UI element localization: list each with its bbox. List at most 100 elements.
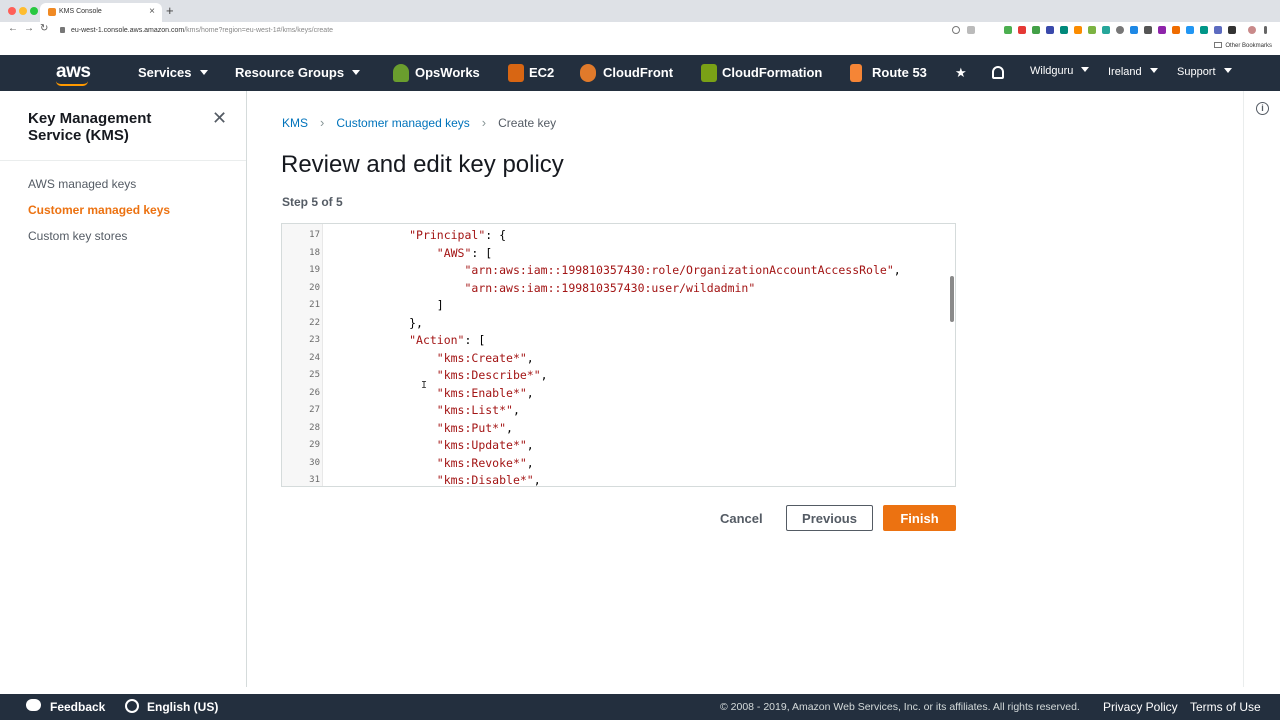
code-line[interactable]: 28 "kms:Put*", xyxy=(282,420,952,438)
code-line[interactable]: 18 "AWS": [ xyxy=(282,245,952,263)
feedback-link[interactable]: Feedback xyxy=(50,700,105,714)
line-number: 21 xyxy=(309,300,320,310)
code-line[interactable]: 30 "kms:Revoke*", xyxy=(282,455,952,473)
bell-icon[interactable] xyxy=(992,66,1004,79)
extension-icon[interactable] xyxy=(1004,26,1012,34)
code-text: "arn:aws:iam::199810357430:user/wildadmi… xyxy=(326,280,755,298)
code-text: ] xyxy=(326,298,444,312)
code-string: "kms:Describe*" xyxy=(436,368,541,382)
browser-tab[interactable]: KMS Console × xyxy=(40,3,162,22)
sidebar-item-customer-managed-keys[interactable]: Customer managed keys xyxy=(28,203,170,217)
tab-title: KMS Console xyxy=(59,8,102,15)
code-line[interactable]: 19 "arn:aws:iam::199810357430:role/Organ… xyxy=(282,262,952,280)
forward-icon[interactable]: → xyxy=(24,23,34,34)
tab-close-icon[interactable]: × xyxy=(149,6,155,17)
language-selector[interactable]: English (US) xyxy=(147,700,218,714)
shortcut-opsworks[interactable]: OpsWorks xyxy=(415,65,480,80)
extension-icon[interactable] xyxy=(1158,26,1166,34)
line-number: 19 xyxy=(309,265,320,275)
code-line[interactable]: 26 "kms:Enable*", xyxy=(282,385,952,403)
reload-icon[interactable]: ↻ xyxy=(40,23,48,34)
code-string: "Principal" xyxy=(409,228,486,242)
pin-icon[interactable]: ★ xyxy=(955,65,967,81)
code-text: "Principal": { xyxy=(409,228,507,242)
breadcrumb-kms[interactable]: KMS xyxy=(282,116,308,130)
previous-button[interactable]: Previous xyxy=(786,505,873,531)
cancel-button[interactable]: Cancel xyxy=(712,505,771,531)
back-icon[interactable]: ← xyxy=(8,23,18,34)
breadcrumb: KMS › Customer managed keys › Create key xyxy=(282,115,556,130)
shortcut-cloudfront[interactable]: CloudFront xyxy=(603,65,673,80)
sidebar-item-aws-managed-keys[interactable]: AWS managed keys xyxy=(28,177,136,191)
extension-icon[interactable] xyxy=(1102,26,1110,34)
extension-icon[interactable] xyxy=(1144,26,1152,34)
route53-icon xyxy=(850,64,862,82)
extension-icon[interactable] xyxy=(1200,26,1208,34)
terms-of-use-link[interactable]: Terms of Use xyxy=(1190,700,1261,714)
services-menu[interactable]: Services xyxy=(138,65,208,80)
star-icon[interactable] xyxy=(967,26,975,34)
code-line[interactable]: 20 "arn:aws:iam::199810357430:user/wilda… xyxy=(282,280,952,298)
finish-button[interactable]: Finish xyxy=(883,505,956,531)
address-bar: ← → ↻ eu-west-1.console.aws.amazon.com/k… xyxy=(0,22,1280,38)
extension-icon[interactable] xyxy=(1214,26,1222,34)
extension-icon[interactable] xyxy=(1060,26,1068,34)
code-text: "kms:Disable*", xyxy=(436,473,541,487)
minimize-window-icon[interactable] xyxy=(19,7,27,15)
shortcut-ec2[interactable]: EC2 xyxy=(529,65,554,80)
code-line[interactable]: 29 "kms:Update*", xyxy=(282,437,952,455)
region-label: Ireland xyxy=(1108,66,1142,78)
extension-icon[interactable] xyxy=(1172,26,1180,34)
extension-icon[interactable] xyxy=(1116,26,1124,34)
region-menu[interactable]: Ireland xyxy=(1108,66,1158,78)
sidebar-title: Key Management Service (KMS) xyxy=(28,110,152,144)
privacy-policy-link[interactable]: Privacy Policy xyxy=(1103,700,1178,714)
browser-menu-icon[interactable] xyxy=(1264,26,1267,34)
sidebar-item-custom-key-stores[interactable]: Custom key stores xyxy=(28,229,127,243)
support-label: Support xyxy=(1177,66,1216,78)
extension-icon[interactable] xyxy=(1186,26,1194,34)
close-icon[interactable]: ✕ xyxy=(212,108,227,129)
code-line[interactable]: 27 "kms:List*", xyxy=(282,402,952,420)
code-line[interactable]: 21 ] xyxy=(282,297,952,315)
new-tab-button[interactable]: + xyxy=(166,3,174,18)
aws-logo[interactable]: aws xyxy=(56,61,91,83)
extension-icon[interactable] xyxy=(1046,26,1054,34)
extension-icon[interactable] xyxy=(1228,26,1236,34)
code-string: "kms:Disable*" xyxy=(436,473,534,487)
code-line[interactable]: 24 "kms:Create*", xyxy=(282,350,952,368)
extension-icon[interactable] xyxy=(1018,26,1026,34)
extension-icon[interactable] xyxy=(1032,26,1040,34)
key-policy-editor[interactable]: 17 "Principal": {18 "AWS": [19 "arn:aws:… xyxy=(281,223,956,487)
extension-icon[interactable] xyxy=(1088,26,1096,34)
code-line[interactable]: 23 "Action": [ xyxy=(282,332,952,350)
profile-avatar-icon[interactable] xyxy=(1248,26,1256,34)
code-line[interactable]: 31 "kms:Disable*", xyxy=(282,472,952,487)
code-line[interactable]: 17 "Principal": { xyxy=(282,227,952,245)
account-menu[interactable]: Wildguru xyxy=(1030,65,1090,77)
other-bookmarks[interactable]: Other Bookmarks xyxy=(1214,42,1272,49)
sidebar: Key Management Service (KMS) ✕ AWS manag… xyxy=(0,91,247,687)
shortcut-cloudformation[interactable]: CloudFormation xyxy=(722,65,822,80)
code-text: "Action": [ xyxy=(409,333,486,347)
breadcrumb-customer-managed-keys[interactable]: Customer managed keys xyxy=(336,116,469,130)
breadcrumb-separator-icon: › xyxy=(320,115,325,130)
url-field[interactable]: eu-west-1.console.aws.amazon.com/kms/hom… xyxy=(60,24,950,37)
resource-groups-menu[interactable]: Resource Groups xyxy=(235,65,361,80)
shortcut-route53[interactable]: Route 53 xyxy=(872,65,927,80)
code-text: "kms:Put*", xyxy=(436,420,513,435)
extension-icon[interactable] xyxy=(1074,26,1082,34)
zoom-icon[interactable] xyxy=(952,26,960,34)
code-line[interactable]: 22 }, xyxy=(282,315,952,333)
extension-icon[interactable] xyxy=(1130,26,1138,34)
editor-scrollbar[interactable] xyxy=(950,276,954,322)
support-menu[interactable]: Support xyxy=(1177,66,1232,78)
chevron-down-icon xyxy=(199,70,208,75)
close-window-icon[interactable] xyxy=(8,7,16,15)
maximize-window-icon[interactable] xyxy=(30,7,38,15)
info-icon[interactable]: i xyxy=(1256,102,1269,115)
line-number: 29 xyxy=(309,440,320,450)
feedback-icon xyxy=(26,699,41,711)
code-line[interactable]: 25 "kms:Describe*", xyxy=(282,367,952,385)
code-text: }, xyxy=(326,315,423,330)
